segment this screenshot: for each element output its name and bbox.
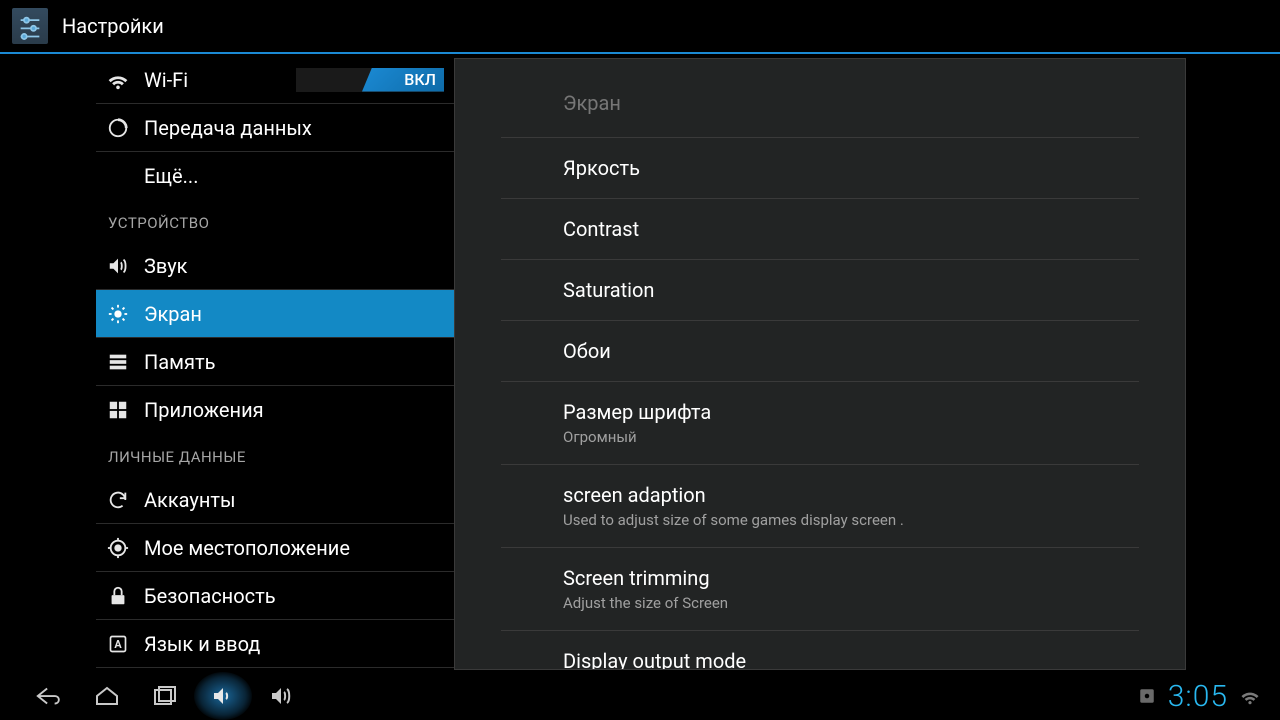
location-icon	[106, 536, 130, 560]
detail-item-title: Обои	[563, 339, 1139, 363]
detail-item-subtitle: Used to adjust size of some games displa…	[563, 511, 1139, 529]
sidebar-item-sound[interactable]: Звук	[96, 242, 454, 290]
detail-item-contrast[interactable]: Contrast	[501, 199, 1139, 260]
detail-list: Яркость Contrast Saturation Обои Размер …	[455, 138, 1185, 670]
sidebar-item-label: Звук	[144, 254, 187, 278]
detail-item-subtitle: Огромный	[563, 428, 1139, 446]
detail-item-subtitle: Adjust the size of Screen	[563, 594, 1139, 612]
sidebar-item-label: Передача данных	[144, 116, 312, 140]
sidebar-item-label: Аккаунты	[144, 488, 236, 512]
language-icon: A	[106, 632, 130, 656]
sidebar-item-label: Приложения	[144, 398, 264, 422]
sidebar-item-label: Язык и ввод	[144, 632, 260, 656]
lock-icon	[106, 584, 130, 608]
detail-item-title: Screen trimming	[563, 566, 1139, 590]
home-button[interactable]	[78, 672, 136, 720]
sidebar-item-wifi[interactable]: Wi-Fi ВКЛ	[96, 56, 454, 104]
settings-sidebar: Wi-Fi ВКЛ Передача данных Ещё... УСТРОЙС…	[0, 56, 454, 672]
wifi-toggle[interactable]: ВКЛ	[296, 68, 444, 92]
volume-up-button[interactable]	[252, 672, 310, 720]
svg-text:A: A	[114, 638, 122, 651]
detail-item-screen-adaption[interactable]: screen adaption Used to adjust size of s…	[501, 465, 1139, 548]
sidebar-category-device: УСТРОЙСТВО	[96, 200, 454, 242]
detail-item-title: Display output mode	[563, 649, 1139, 670]
sync-icon	[106, 488, 130, 512]
sidebar-item-apps[interactable]: Приложения	[96, 386, 454, 434]
page-title: Настройки	[62, 14, 164, 38]
detail-item-display-output-mode[interactable]: Display output mode Display output mode	[501, 631, 1139, 670]
navigation-bar: 3:05	[0, 672, 1280, 720]
detail-item-font-size[interactable]: Размер шрифта Огромный	[501, 382, 1139, 465]
recent-apps-button[interactable]	[136, 672, 194, 720]
detail-item-title: Яркость	[563, 156, 1139, 180]
sidebar-item-label: Экран	[144, 302, 202, 326]
detail-item-title: Размер шрифта	[563, 400, 1139, 424]
detail-item-screen-trimming[interactable]: Screen trimming Adjust the size of Scree…	[501, 548, 1139, 631]
storage-icon	[106, 350, 130, 374]
detail-item-title: screen adaption	[563, 483, 1139, 507]
sidebar-item-label: Безопасность	[144, 584, 276, 608]
sidebar-item-label: Память	[144, 350, 215, 374]
detail-item-title: Saturation	[563, 278, 1139, 302]
status-clock: 3:05	[1168, 679, 1228, 714]
detail-item-brightness[interactable]: Яркость	[501, 138, 1139, 199]
toggle-on-label: ВКЛ	[362, 68, 444, 92]
data-usage-icon	[106, 116, 130, 140]
settings-sliders-icon	[12, 8, 48, 44]
detail-panel-header: Экран	[501, 67, 1139, 138]
sidebar-item-language[interactable]: A Язык и ввод	[96, 620, 454, 668]
app-header: Настройки	[0, 0, 1280, 54]
detail-item-title: Contrast	[563, 217, 1139, 241]
detail-item-wallpaper[interactable]: Обои	[501, 321, 1139, 382]
blank-icon	[106, 164, 130, 188]
volume-down-button[interactable]	[194, 672, 252, 720]
display-brightness-icon	[106, 302, 130, 326]
sidebar-item-location[interactable]: Мое местоположение	[96, 524, 454, 572]
sidebar-item-storage[interactable]: Память	[96, 338, 454, 386]
detail-panel: Экран Яркость Contrast Saturation Обои Р…	[454, 58, 1186, 670]
wifi-icon	[106, 68, 130, 92]
sidebar-item-accounts[interactable]: Аккаунты	[96, 476, 454, 524]
sidebar-category-personal: ЛИЧНЫЕ ДАННЫЕ	[96, 434, 454, 476]
detail-item-saturation[interactable]: Saturation	[501, 260, 1139, 321]
settings-shortcut-icon	[1138, 687, 1156, 705]
sidebar-item-data-usage[interactable]: Передача данных	[96, 104, 454, 152]
apps-icon	[106, 398, 130, 422]
sidebar-item-label: Ещё...	[144, 164, 198, 188]
status-area[interactable]: 3:05	[1138, 679, 1260, 714]
back-button[interactable]	[20, 672, 78, 720]
sidebar-item-more[interactable]: Ещё...	[96, 152, 454, 200]
sidebar-item-security[interactable]: Безопасность	[96, 572, 454, 620]
sidebar-item-label: Мое местоположение	[144, 536, 350, 560]
sidebar-item-display[interactable]: Экран	[96, 290, 454, 338]
sound-icon	[106, 254, 130, 278]
main-content: Wi-Fi ВКЛ Передача данных Ещё... УСТРОЙС…	[0, 56, 1280, 672]
wifi-status-icon	[1240, 686, 1260, 706]
sidebar-item-label: Wi-Fi	[144, 68, 188, 92]
